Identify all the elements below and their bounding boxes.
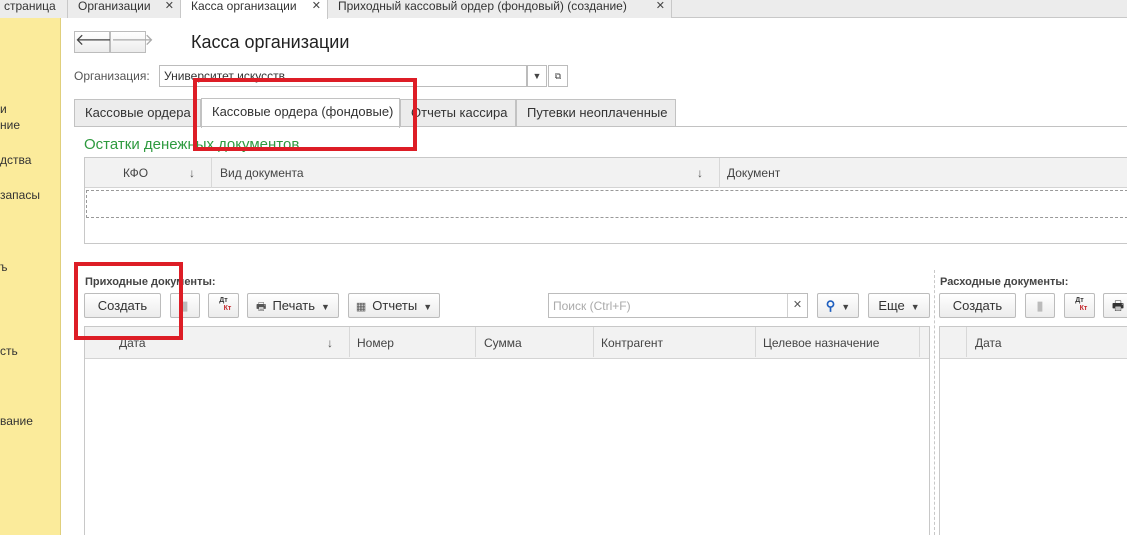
- organization-label: Организация:: [74, 69, 150, 83]
- table-header: Дата: [940, 327, 1127, 359]
- search-icon: ⚲: [825, 298, 836, 313]
- incoming-documents-table[interactable]: Дата ↓ Номер Сумма Контрагент Целевое на…: [84, 326, 930, 535]
- section-item[interactable]: ние: [0, 118, 20, 132]
- printer-icon: 🖶: [1111, 298, 1125, 313]
- tab-cash-desk[interactable]: Касса организации ✕: [181, 0, 328, 19]
- more-label: Еще: [878, 298, 905, 313]
- sort-down-icon: ↓: [697, 166, 703, 180]
- reports-label: Отчеты: [372, 298, 418, 313]
- tab-label: Кассовые ордера: [85, 105, 191, 120]
- sort-down-icon: ↓: [189, 166, 195, 180]
- section-item[interactable]: и: [0, 102, 7, 116]
- highlight-box: [74, 262, 183, 340]
- dt-kt-button[interactable]: Дт Кт: [1064, 293, 1095, 318]
- section-item[interactable]: ъ: [0, 260, 8, 274]
- forward-button[interactable]: 🡒: [110, 31, 154, 53]
- column-purpose[interactable]: Целевое назначение: [763, 328, 879, 358]
- section-item[interactable]: вание: [0, 414, 33, 428]
- column-number[interactable]: Номер: [357, 328, 394, 358]
- column-divider: [966, 327, 967, 357]
- copy-button[interactable]: ▮: [1025, 293, 1055, 318]
- close-icon[interactable]: ✕: [656, 0, 665, 12]
- sections-panel: и ние дства запасы ъ сть вание: [0, 18, 61, 535]
- dt-label: Дт: [219, 297, 228, 304]
- section-item[interactable]: дства: [0, 153, 31, 167]
- chevron-down-icon: ▼: [423, 302, 433, 312]
- column-divider: [755, 327, 756, 357]
- close-icon[interactable]: ✕: [165, 0, 174, 12]
- print-button[interactable]: 🖶 Печать ▼: [247, 293, 339, 318]
- organization-dropdown-button[interactable]: ▼: [527, 65, 547, 87]
- section-item[interactable]: запасы: [0, 188, 40, 202]
- tab-label: Путевки неоплаченные: [527, 105, 668, 120]
- report-icon: ▦: [355, 301, 367, 313]
- table-header: КФО ↓ Вид документа ↓ Документ: [85, 158, 1127, 188]
- outgoing-documents-label: Расходные документы:: [940, 276, 1069, 288]
- copy-icon: ▮: [1036, 298, 1044, 313]
- arrow-right-icon: 🡒: [111, 32, 154, 49]
- column-document[interactable]: Документ: [727, 158, 780, 188]
- tab-label: страница: [4, 0, 56, 13]
- tab-label: Организации: [78, 0, 151, 13]
- tab-home-page[interactable]: страница: [0, 0, 68, 18]
- column-doc-type[interactable]: Вид документа: [220, 158, 304, 188]
- search-field[interactable]: ✕: [548, 293, 808, 318]
- open-window-icon: ⧉: [554, 71, 562, 81]
- dt-kt-button[interactable]: Дт Кт: [208, 293, 239, 318]
- back-button[interactable]: 🡐: [74, 31, 118, 53]
- column-divider: [211, 158, 212, 188]
- chevron-down-icon: ▼: [910, 302, 920, 312]
- printer-icon: 🖶: [256, 301, 267, 313]
- tab-cash-orders[interactable]: Кассовые ордера: [74, 99, 201, 127]
- organization-open-button[interactable]: ⧉: [548, 65, 568, 87]
- tab-receipt-order-create[interactable]: Приходный кассовый ордер (фондовый) (соз…: [328, 0, 672, 18]
- dt-label: Дт: [1075, 297, 1084, 304]
- triangle-down-icon: ▼: [532, 71, 542, 81]
- highlight-box: [193, 78, 417, 151]
- column-divider: [919, 327, 920, 357]
- close-icon[interactable]: ✕: [312, 0, 321, 12]
- kt-label: Кт: [223, 305, 232, 312]
- search-input[interactable]: [549, 294, 785, 317]
- column-divider: [593, 327, 594, 357]
- chevron-down-icon: ▼: [841, 302, 851, 312]
- create-outgoing-button[interactable]: Создать: [939, 293, 1016, 318]
- column-divider: [719, 158, 720, 188]
- print-button[interactable]: 🖶: [1103, 293, 1127, 318]
- kt-label: Кт: [1079, 305, 1088, 312]
- tab-label: Отчеты кассира: [411, 105, 508, 120]
- column-divider: [475, 327, 476, 357]
- column-counterparty[interactable]: Контрагент: [601, 328, 663, 358]
- dt-kt-icon: Дт Кт: [216, 297, 232, 313]
- reports-button[interactable]: ▦ Отчеты ▼: [348, 293, 440, 318]
- tab-organizations[interactable]: Организации ✕: [68, 0, 181, 18]
- panel-splitter[interactable]: [934, 270, 935, 535]
- table-row[interactable]: [86, 190, 1127, 218]
- tab-cashier-reports[interactable]: Отчеты кассира: [400, 99, 516, 127]
- more-button[interactable]: Еще ▼: [868, 293, 930, 318]
- tab-label: Касса организации: [191, 0, 297, 13]
- search-options-button[interactable]: ⚲ ▼: [817, 293, 859, 318]
- column-kfo[interactable]: КФО: [123, 158, 148, 188]
- clear-icon[interactable]: ✕: [787, 294, 807, 317]
- column-amount[interactable]: Сумма: [484, 328, 522, 358]
- column-divider: [349, 327, 350, 357]
- print-label: Печать: [272, 298, 316, 313]
- column-date[interactable]: Дата: [975, 328, 1002, 358]
- chevron-down-icon: ▼: [321, 302, 330, 312]
- section-item[interactable]: сть: [0, 344, 18, 358]
- balances-table[interactable]: КФО ↓ Вид документа ↓ Документ: [84, 157, 1127, 244]
- sort-down-icon: ↓: [327, 336, 333, 350]
- table-header: Дата ↓ Номер Сумма Контрагент Целевое на…: [85, 327, 929, 359]
- page-title: Касса организации: [191, 32, 350, 52]
- tab-label: Приходный кассовый ордер (фондовый) (соз…: [338, 0, 627, 13]
- dt-kt-icon: Дт Кт: [1072, 297, 1088, 313]
- outgoing-documents-table[interactable]: Дата: [939, 326, 1127, 535]
- tab-unpaid-vouchers[interactable]: Путевки неоплаченные: [516, 99, 676, 127]
- top-tab-strip: страница Организации ✕ Касса организации…: [0, 0, 1127, 19]
